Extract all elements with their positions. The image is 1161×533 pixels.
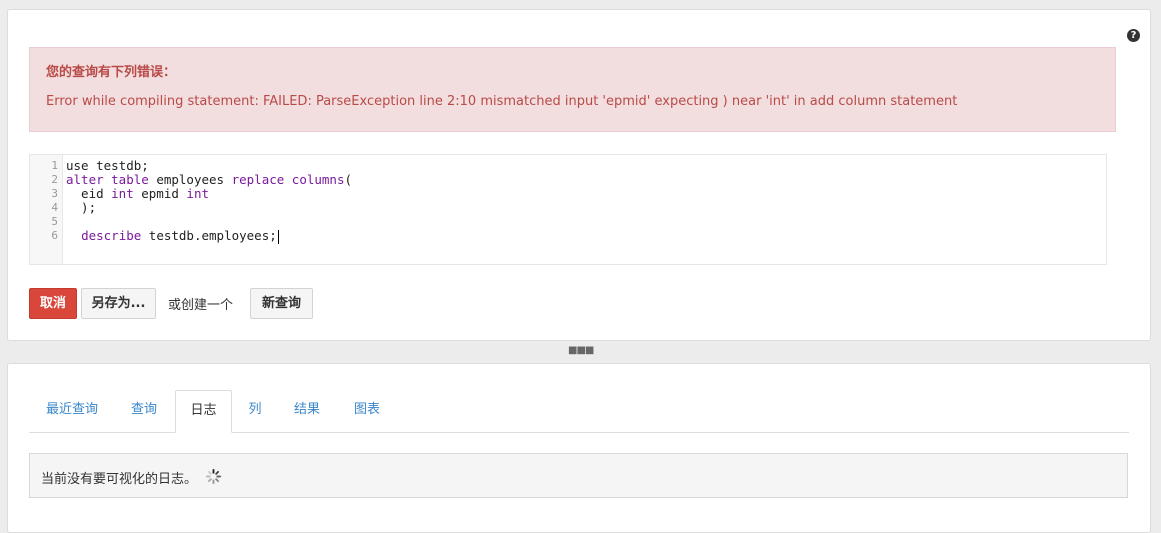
- code-text: employees: [148, 172, 232, 187]
- code-line[interactable]: eid int epmid int: [66, 187, 209, 201]
- tab-query[interactable]: 查询: [115, 390, 173, 432]
- code-keyword: int: [186, 186, 209, 201]
- sql-code-editor[interactable]: 1 2 3 4 5 6 use testdb; alter table empl…: [29, 154, 1107, 265]
- line-number-gutter: 1 2 3 4 5 6: [30, 155, 63, 264]
- code-line[interactable]: );: [66, 201, 96, 215]
- query-editor-panel: ? 您的查询有下列错误： Error while compiling state…: [7, 9, 1151, 341]
- loading-spinner-icon: [205, 468, 222, 485]
- code-keyword: replace columns: [231, 172, 345, 187]
- code-line[interactable]: use testdb;: [66, 159, 149, 173]
- code-text: eid: [66, 186, 112, 201]
- code-keyword: int: [111, 186, 134, 201]
- line-number: 5: [51, 215, 58, 228]
- line-number: 2: [51, 173, 58, 186]
- text-cursor: [277, 229, 279, 244]
- code-keyword: describe: [81, 228, 142, 243]
- new-query-button[interactable]: 新查询: [250, 288, 313, 319]
- save-as-button[interactable]: 另存为...: [81, 288, 156, 319]
- code-text: (: [344, 172, 353, 187]
- error-alert: 您的查询有下列错误： Error while compiling stateme…: [29, 47, 1116, 132]
- code-text: use testdb;: [66, 158, 149, 173]
- code-keyword: alter table: [66, 172, 149, 187]
- code-line[interactable]: alter table employees replace columns(: [66, 173, 352, 187]
- tab-recent-queries[interactable]: 最近查询: [29, 390, 115, 432]
- panel-resize-handle[interactable]: ■■■: [568, 346, 594, 356]
- error-message: Error while compiling statement: FAILED:…: [46, 94, 958, 109]
- log-message: 当前没有要可视化的日志。: [41, 472, 198, 487]
- tab-columns[interactable]: 列: [234, 390, 276, 432]
- error-title: 您的查询有下列错误：: [46, 65, 177, 80]
- or-create-label: 或创建一个: [168, 298, 234, 313]
- help-icon[interactable]: ?: [1127, 29, 1140, 42]
- line-number: 6: [51, 229, 58, 242]
- line-number: 4: [51, 201, 58, 214]
- tab-log[interactable]: 日志: [175, 390, 232, 433]
- line-number: 1: [51, 159, 58, 172]
- tab-results[interactable]: 结果: [278, 390, 336, 432]
- results-panel: 最近查询 查询 日志 列 结果 图表 当前没有要可视化的日志。: [7, 363, 1151, 533]
- code-text: );: [66, 200, 97, 215]
- log-message-box: 当前没有要可视化的日志。: [29, 453, 1128, 498]
- line-number: 3: [51, 187, 58, 200]
- code-text: epmid: [133, 186, 187, 201]
- code-text: testdb.employees;: [141, 228, 277, 243]
- tab-chart[interactable]: 图表: [338, 390, 396, 432]
- code-line[interactable]: describe testdb.employees;: [66, 229, 279, 244]
- results-tabs: 最近查询 查询 日志 列 结果 图表: [29, 390, 1129, 433]
- cancel-button[interactable]: 取消: [29, 288, 77, 319]
